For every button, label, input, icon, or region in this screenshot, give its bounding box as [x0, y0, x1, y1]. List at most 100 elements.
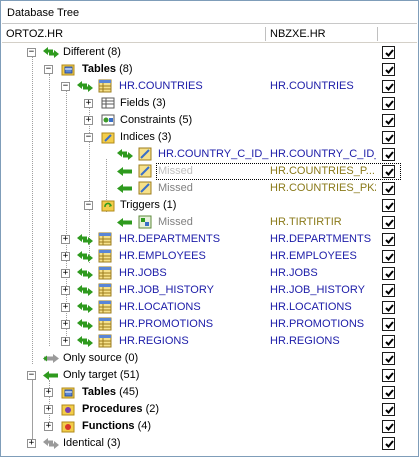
column-divider[interactable] [377, 27, 378, 41]
expand-toggle[interactable]: + [84, 116, 93, 125]
node-label: Only source (0) [63, 352, 138, 364]
tree-node-indices[interactable]: − Indices (3) [2, 129, 417, 146]
include-checkbox[interactable] [382, 165, 395, 178]
checkmark-icon [385, 423, 394, 431]
include-checkbox[interactable] [382, 97, 395, 110]
expand-toggle[interactable]: + [44, 405, 53, 414]
tree-column-header: ORTOZ.HR NBZXE.HR [2, 25, 417, 43]
expand-toggle[interactable]: + [84, 99, 93, 108]
tree-node-table-jobs[interactable]: + HR.JOBS HR.JOBS [2, 265, 417, 282]
include-checkbox[interactable] [382, 318, 395, 331]
expand-toggle[interactable]: + [61, 235, 70, 244]
fields-icon [101, 97, 115, 109]
source-object-name: HR.JOB_HISTORY [119, 284, 214, 296]
include-checkbox[interactable] [382, 114, 395, 127]
expand-toggle[interactable]: + [61, 269, 70, 278]
include-checkbox[interactable] [382, 131, 395, 144]
table-icon [98, 283, 112, 297]
missing-source-arrow-icon [117, 184, 132, 193]
checkmark-icon [385, 253, 394, 261]
tree-node-identical[interactable]: + Identical (3) [2, 435, 417, 452]
include-checkbox[interactable] [382, 182, 395, 195]
include-checkbox[interactable] [382, 250, 395, 263]
column-header-target-db[interactable]: NBZXE.HR [270, 28, 326, 40]
node-name: Tables [82, 63, 117, 75]
node-count: (5) [178, 114, 193, 126]
collapse-toggle[interactable]: − [61, 82, 70, 91]
expand-toggle[interactable]: + [27, 439, 36, 448]
node-count: (3) [157, 131, 172, 143]
collapse-toggle[interactable]: − [27, 48, 36, 57]
source-object-name: HR.EMPLOYEES [119, 250, 206, 262]
collapse-toggle[interactable]: − [44, 65, 53, 74]
checkmark-icon [385, 117, 394, 125]
tree-node-index-missed[interactable]: Missed HR.COUNTRIES_PK2 [2, 180, 417, 197]
checkmark-icon [385, 406, 394, 414]
tree-node-index-missed-selected[interactable]: Missed HR.COUNTRIES_P... [2, 163, 417, 180]
include-checkbox[interactable] [382, 233, 395, 246]
tree-node-triggers[interactable]: − Triggers (1) [2, 197, 417, 214]
checkmark-icon [385, 185, 394, 193]
source-object-name: HR.DEPARTMENTS [119, 233, 221, 245]
include-checkbox[interactable] [382, 63, 395, 76]
tables-folder-icon [61, 387, 75, 399]
include-checkbox[interactable] [382, 199, 395, 212]
collapse-toggle[interactable]: − [27, 371, 36, 380]
tree-node-fields[interactable]: + Fields (3) [2, 95, 417, 112]
node-name: Fields [120, 97, 150, 109]
tree-node-only-source[interactable]: Only source (0) [2, 350, 417, 367]
expand-toggle[interactable]: + [61, 337, 70, 346]
node-label: Indices (3) [120, 131, 171, 143]
include-checkbox[interactable] [382, 301, 395, 314]
include-checkbox[interactable] [382, 369, 395, 382]
node-count: (8) [119, 63, 133, 75]
tree-node-table-promotions[interactable]: + HR.PROMOTIONS HR.PROMOTIONS [2, 316, 417, 333]
tree-node-different[interactable]: − Different (8) [2, 44, 417, 61]
tree-node-index-country-c-id[interactable]: HR.COUNTRY_C_ID_ HR.COUNTRY_C_ID_ [2, 146, 417, 163]
tree-view[interactable]: − Different (8) − Tables (8) − HR.COUNTR… [2, 44, 417, 455]
table-icon [98, 266, 112, 280]
tree-node-table-regions[interactable]: + HR.REGIONS HR.REGIONS [2, 333, 417, 350]
include-checkbox[interactable] [382, 216, 395, 229]
tree-node-table-departments[interactable]: + HR.DEPARTMENTS HR.DEPARTMENTS [2, 231, 417, 248]
expand-toggle[interactable]: + [61, 286, 70, 295]
include-checkbox[interactable] [382, 420, 395, 433]
column-divider[interactable] [265, 27, 266, 41]
include-checkbox[interactable] [382, 267, 395, 280]
include-checkbox[interactable] [382, 46, 395, 59]
collapse-toggle[interactable]: − [84, 201, 93, 210]
tree-node-table-employees[interactable]: + HR.EMPLOYEES HR.EMPLOYEES [2, 248, 417, 265]
collapse-toggle[interactable]: − [84, 133, 93, 142]
node-name: Triggers [120, 199, 160, 211]
include-checkbox[interactable] [382, 80, 395, 93]
target-object-name: HR.JOB_HISTORY [270, 284, 365, 296]
tree-node-table-locations[interactable]: + HR.LOCATIONS HR.LOCATIONS [2, 299, 417, 316]
column-header-source-db[interactable]: ORTOZ.HR [6, 28, 63, 40]
include-checkbox[interactable] [382, 352, 395, 365]
expand-toggle[interactable]: + [61, 252, 70, 261]
tree-node-target-procedures[interactable]: + Procedures (2) [2, 401, 417, 418]
source-missed-label: Missed [158, 165, 193, 177]
tree-node-target-functions[interactable]: + Functions (4) [2, 418, 417, 435]
expand-toggle[interactable]: + [61, 320, 70, 329]
target-object-name: HR.LOCATIONS [270, 301, 352, 313]
triggers-folder-icon [101, 200, 115, 212]
node-name: Constraints [120, 114, 176, 126]
tree-node-constraints[interactable]: + Constraints (5) [2, 112, 417, 129]
expand-toggle[interactable]: + [44, 388, 53, 397]
target-object-name: HR.PROMOTIONS [270, 318, 365, 330]
tree-node-trigger-missed[interactable]: Missed HR.TIRTIRTIR [2, 214, 417, 231]
tree-node-tables[interactable]: − Tables (8) [2, 61, 417, 78]
expand-toggle[interactable]: + [44, 422, 53, 431]
include-checkbox[interactable] [382, 437, 395, 450]
tree-node-only-target[interactable]: − Only target (51) [2, 367, 417, 384]
include-checkbox[interactable] [382, 284, 395, 297]
tree-node-table-job-history[interactable]: + HR.JOB_HISTORY HR.JOB_HISTORY [2, 282, 417, 299]
tree-node-table-countries[interactable]: − HR.COUNTRIES HR.COUNTRIES [2, 78, 417, 95]
include-checkbox[interactable] [382, 403, 395, 416]
tree-node-target-tables[interactable]: + Tables (45) [2, 384, 417, 401]
expand-toggle[interactable]: + [61, 303, 70, 312]
include-checkbox[interactable] [382, 386, 395, 399]
include-checkbox[interactable] [382, 148, 395, 161]
include-checkbox[interactable] [382, 335, 395, 348]
